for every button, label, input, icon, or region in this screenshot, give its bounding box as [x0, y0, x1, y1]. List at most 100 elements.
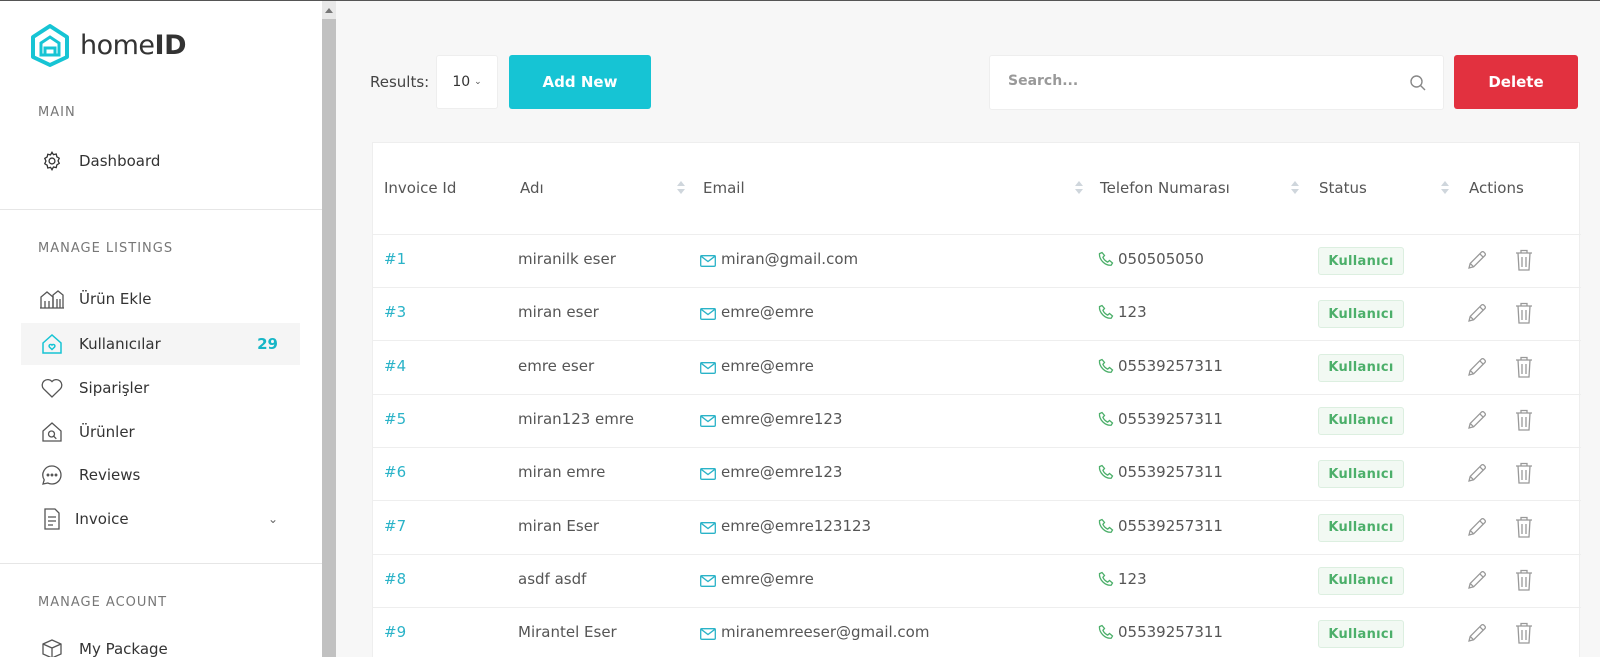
edit-pencil-icon[interactable]: [1466, 622, 1488, 648]
sidebar-item-invoice[interactable]: Invoice ⌄: [21, 498, 300, 540]
phone-cell: 123: [1098, 570, 1147, 588]
trash-icon[interactable]: [1514, 408, 1534, 436]
house-heart-icon: [39, 331, 65, 357]
email-text: emre@emre: [721, 569, 814, 588]
phone-cell: 05539257311: [1098, 463, 1223, 481]
column-header-invoice-id[interactable]: Invoice Id: [384, 179, 456, 197]
search-box: [989, 55, 1444, 110]
sidebar-item-kullanicilar[interactable]: Kullanıcılar 29: [21, 323, 300, 365]
mail-icon: [700, 360, 716, 374]
trash-icon[interactable]: [1514, 568, 1534, 596]
phone-icon: [1098, 624, 1114, 640]
phone-text: 05539257311: [1118, 356, 1223, 375]
column-header-status[interactable]: Status: [1319, 179, 1367, 197]
results-per-page-select[interactable]: 10 ⌄: [436, 55, 498, 109]
invoice-id-link[interactable]: #1: [384, 250, 406, 268]
section-title-account: MANAGE ACOUNT: [38, 595, 168, 610]
mail-icon: [700, 253, 716, 267]
results-label: Results:: [370, 73, 430, 91]
sidebar-item-label: Invoice: [75, 510, 129, 528]
phone-text: 123: [1118, 303, 1147, 322]
sidebar-item-label: My Package: [79, 640, 168, 657]
package-icon: [39, 636, 65, 657]
column-header-email[interactable]: Email: [703, 179, 745, 197]
phone-cell: 050505050: [1098, 250, 1204, 268]
add-new-button[interactable]: Add New: [509, 55, 651, 109]
table-row: #7 miran Eser emre@emre123123 05539257311 Ku…: [373, 502, 1581, 555]
user-name: emre eser: [518, 356, 595, 375]
table-row: #1 miranilk eser miran@gmail.com 050505050 K…: [373, 235, 1581, 288]
status-badge: Kullanıcı: [1318, 300, 1404, 329]
scroll-up-arrow-icon[interactable]: [322, 1, 336, 19]
sidebar-item-urun-ekle[interactable]: Ürün Ekle: [21, 278, 300, 320]
phone-cell: 05539257311: [1098, 517, 1223, 535]
invoice-id-link[interactable]: #7: [384, 517, 406, 535]
trash-icon[interactable]: [1514, 621, 1534, 649]
column-header-phone[interactable]: Telefon Numarası: [1100, 179, 1230, 197]
divider: [0, 563, 322, 564]
invoice-id-link[interactable]: #5: [384, 410, 406, 428]
phone-icon: [1098, 571, 1114, 587]
sidebar-item-reviews[interactable]: Reviews: [21, 454, 300, 496]
email-text: emre@emre123123: [721, 516, 872, 535]
table-header: Invoice Id Adı Email Telefon Numarası St…: [373, 143, 1581, 235]
trash-icon[interactable]: [1514, 355, 1534, 383]
status-badge: Kullanıcı: [1318, 620, 1404, 649]
delete-button[interactable]: Delete: [1454, 55, 1578, 109]
email-text: emre@emre123: [721, 409, 843, 428]
search-icon[interactable]: [1409, 74, 1427, 96]
divider: [0, 209, 322, 210]
phone-text: 123: [1118, 569, 1147, 588]
email-cell: emre@emre: [700, 570, 814, 588]
email-cell: emre@emre123: [700, 463, 842, 481]
document-icon: [39, 506, 65, 532]
sidebar-item-dashboard[interactable]: Dashboard: [21, 140, 300, 182]
chevron-down-icon: ⌄: [267, 512, 278, 526]
edit-pencil-icon[interactable]: [1466, 249, 1488, 275]
edit-pencil-icon[interactable]: [1466, 409, 1488, 435]
trash-icon[interactable]: [1514, 461, 1534, 489]
table-row: #6 miran emre emre@emre123 05539257311 Kulla…: [373, 448, 1581, 502]
trash-icon[interactable]: [1514, 301, 1534, 329]
invoice-id-link[interactable]: #4: [384, 357, 406, 375]
phone-cell: 05539257311: [1098, 357, 1223, 375]
mail-icon: [700, 573, 716, 587]
column-header-name[interactable]: Adı: [520, 179, 544, 197]
phone-icon: [1098, 358, 1114, 374]
edit-pencil-icon[interactable]: [1466, 462, 1488, 488]
table-row: #3 miran eser emre@emre 123 Kullanıcı: [373, 288, 1581, 342]
invoice-id-link[interactable]: #8: [384, 570, 406, 588]
sidebar-item-siparisler[interactable]: Siparişler: [21, 367, 300, 409]
sidebar-scrollbar[interactable]: [322, 1, 336, 657]
email-text: emre@emre123: [721, 463, 843, 482]
buildings-icon: [39, 286, 65, 312]
phone-text: 05539257311: [1118, 409, 1223, 428]
users-table: Invoice Id Adı Email Telefon Numarası St…: [372, 142, 1581, 657]
brand-logo[interactable]: homeID: [30, 23, 187, 67]
sidebar-item-my-package[interactable]: My Package: [21, 628, 300, 657]
section-title-main: MAIN: [38, 105, 76, 120]
chat-bubble-icon: [39, 462, 65, 488]
edit-pencil-icon[interactable]: [1466, 302, 1488, 328]
phone-icon: [1098, 251, 1114, 267]
invoice-id-link[interactable]: #9: [384, 623, 406, 641]
email-cell: emre@emre: [700, 303, 814, 321]
search-input[interactable]: [1008, 73, 1388, 89]
phone-icon: [1098, 304, 1114, 320]
phone-text: 05539257311: [1118, 516, 1223, 535]
edit-pencil-icon[interactable]: [1466, 356, 1488, 382]
status-badge: Kullanıcı: [1318, 406, 1404, 435]
trash-icon[interactable]: [1514, 515, 1534, 543]
edit-pencil-icon[interactable]: [1466, 516, 1488, 542]
status-badge: Kullanıcı: [1318, 460, 1404, 489]
sidebar-item-urunler[interactable]: Ürünler: [21, 411, 300, 453]
user-name: miran123 emre: [518, 409, 634, 428]
sidebar-item-label: Kullanıcılar: [79, 335, 161, 353]
edit-pencil-icon[interactable]: [1466, 569, 1488, 595]
user-name: asdf asdf: [518, 569, 587, 588]
phone-icon: [1098, 411, 1114, 427]
trash-icon[interactable]: [1514, 248, 1534, 276]
invoice-id-link[interactable]: #6: [384, 463, 406, 481]
status-badge: Kullanıcı: [1318, 566, 1404, 595]
invoice-id-link[interactable]: #3: [384, 303, 406, 321]
